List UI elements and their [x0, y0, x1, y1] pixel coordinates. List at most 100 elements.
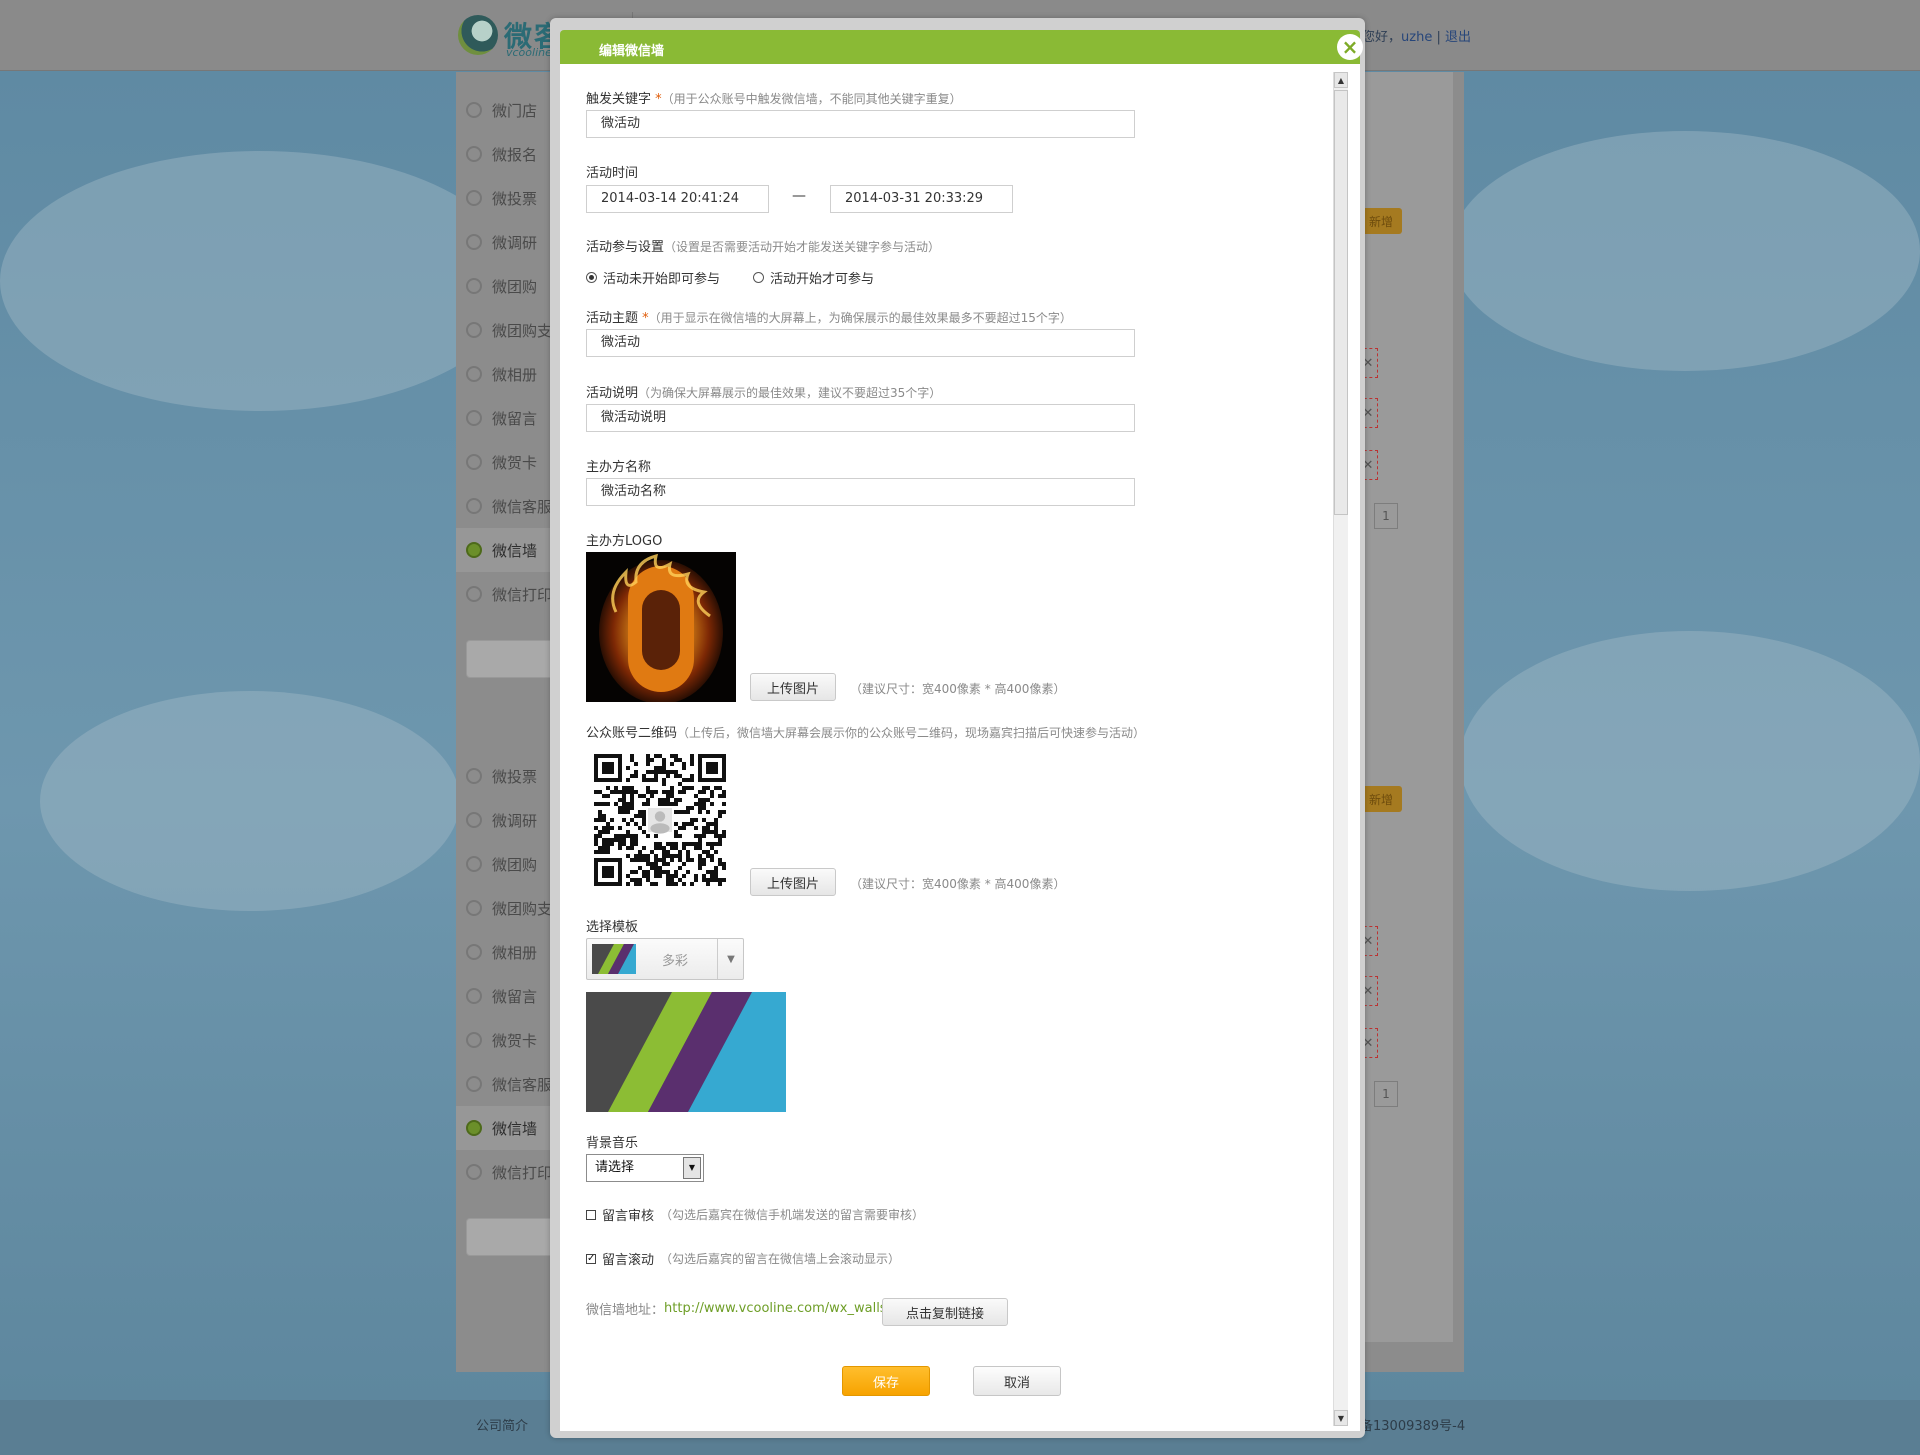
sidebar-item-label: 微留言	[492, 409, 538, 428]
radio-icon	[466, 988, 482, 1004]
music-select[interactable]: 请选择 ▼	[586, 1154, 704, 1182]
organizer-label: 主办方名称	[586, 460, 652, 475]
wall-url-row: 微信墙地址： http://www.vcooline.com/wx_walls/…	[586, 1299, 899, 1318]
scroll-up-icon[interactable]: ▲	[1334, 72, 1348, 88]
sidebar-item[interactable]: 微团购	[456, 842, 556, 886]
radio-icon	[466, 1032, 482, 1048]
footer-about-link[interactable]: 公司简介	[476, 1415, 528, 1434]
sidebar-item-label: 微投票	[492, 767, 538, 786]
logout-link[interactable]: 退出	[1445, 30, 1471, 45]
qrcode-icon	[594, 754, 726, 886]
help-button[interactable]	[466, 1218, 558, 1256]
sidebar-item[interactable]: 微报名	[456, 132, 556, 176]
greeting: 您好，	[1362, 30, 1402, 45]
qrcode-upload-button[interactable]: 上传图片	[750, 868, 836, 896]
sidebar-item[interactable]: 微信墙	[456, 528, 556, 572]
sidebar-item-label: 微信打印	[492, 585, 553, 604]
pagination-page[interactable]: 1	[1374, 503, 1398, 529]
sidebar-item[interactable]: 微调研	[456, 220, 556, 264]
sidebar-item[interactable]: 微相册	[456, 352, 556, 396]
sidebar-item[interactable]: 微门店	[456, 88, 556, 132]
logo-upload-button[interactable]: 上传图片	[750, 673, 836, 701]
add-button[interactable]: 新增	[1360, 208, 1402, 234]
sidebar-item-label: 微留言	[492, 987, 538, 1006]
music-label: 背景音乐	[586, 1136, 639, 1151]
radio-icon	[466, 542, 482, 558]
moderation-checkbox[interactable]: 留言审核 （勾选后嘉宾在微信手机端发送的留言需要审核）	[586, 1205, 924, 1224]
radio-icon	[466, 102, 482, 118]
sidebar-item[interactable]: 微团购支	[456, 886, 556, 930]
add-button[interactable]: 新增	[1360, 786, 1402, 812]
sidebar-item[interactable]: 微信打印	[456, 1150, 556, 1194]
username-link[interactable]: uzhe	[1401, 30, 1432, 45]
sidebar-item[interactable]: 微留言	[456, 974, 556, 1018]
copy-link-button[interactable]: 点击复制链接	[882, 1298, 1008, 1326]
sidebar-group-2: 微投票微调研微团购微团购支 微相册微留言微贺卡微信客服微信墙 微信打印	[456, 754, 556, 1194]
sidebar-item[interactable]: 微团购支	[456, 308, 556, 352]
checkbox-checked-box: ✓	[586, 1252, 596, 1264]
sidebar-item[interactable]: 微信墙	[456, 1106, 556, 1150]
radio-before-start[interactable]: 活动未开始即可参与	[586, 268, 720, 287]
radio-after-start[interactable]: 活动开始才可参与	[753, 268, 874, 287]
end-time-input[interactable]: 2014-03-31 20:33:29	[830, 185, 1013, 213]
scrollbar[interactable]: ▲ ▼	[1333, 72, 1348, 1426]
scroll-thumb[interactable]	[1334, 90, 1348, 515]
cloud-decoration	[1450, 131, 1920, 371]
sidebar-item[interactable]: 微信客服	[456, 484, 556, 528]
edit-wall-modal: 编辑微信墙 × ▲ ▼ 触发关键字 *（用于公众账号中触发微信墙，不能同其他关键…	[550, 18, 1365, 1438]
start-time-input[interactable]: 2014-03-14 20:41:24	[586, 185, 769, 213]
scrolling-checkbox[interactable]: ✓ 留言滚动 （勾选后嘉宾的留言在微信墙上会滚动显示）	[586, 1249, 900, 1268]
template-label: 选择模板	[586, 920, 639, 935]
sidebar-item-label: 微贺卡	[492, 453, 538, 472]
close-icon[interactable]: ×	[1337, 34, 1363, 60]
radio-icon	[466, 234, 482, 250]
wall-url-link[interactable]: http://www.vcooline.com/wx_walls/1	[664, 1301, 899, 1316]
sidebar-item[interactable]: 微信打印	[456, 572, 556, 616]
sidebar-group-1: 微门店微报名 微投票微调研微团购微团购支 微相册微留言微贺卡微信客服 微信墙微信打印	[456, 88, 556, 616]
radio-icon	[466, 410, 482, 426]
sidebar-item[interactable]: 微投票	[456, 754, 556, 798]
sidebar-item-label: 微信客服	[492, 1075, 553, 1094]
music-value: 请选择	[595, 1160, 635, 1175]
sidebar-item[interactable]: 微投票	[456, 176, 556, 220]
sidebar-item-label: 微贺卡	[492, 1031, 538, 1050]
sidebar-item[interactable]: 微留言	[456, 396, 556, 440]
cancel-button[interactable]: 取消	[973, 1366, 1061, 1396]
radio-dot	[586, 272, 597, 283]
keyword-input[interactable]: 微活动	[586, 110, 1135, 138]
sidebar-item-label: 微团购	[492, 277, 538, 296]
scroll-down-icon[interactable]: ▼	[1334, 1410, 1348, 1426]
radio-icon	[466, 190, 482, 206]
radio-icon	[466, 856, 482, 872]
qrcode-size-hint: （建议尺寸：宽400像素 * 高400像素）	[850, 877, 1066, 891]
checkbox-box	[586, 1209, 596, 1220]
template-select[interactable]: 多彩 ▼	[586, 938, 744, 980]
help-button[interactable]	[466, 640, 558, 678]
footer-icp: 备13009389号-4	[1360, 1419, 1466, 1434]
radio-icon	[466, 498, 482, 514]
description-input[interactable]: 微活动说明	[586, 404, 1135, 432]
radio-dot	[753, 272, 764, 283]
participation-label: 活动参与设置（设置是否需要活动开始才能发送关键字参与活动）	[586, 240, 941, 255]
sidebar-item-label: 微团购	[492, 855, 538, 874]
cloud-decoration	[0, 151, 520, 411]
sidebar-item-label: 微门店	[492, 101, 538, 120]
sidebar-item[interactable]: 微调研	[456, 798, 556, 842]
radio-icon	[466, 768, 482, 784]
theme-input[interactable]: 微活动	[586, 329, 1135, 357]
template-swatch	[592, 944, 636, 974]
sidebar-item-label: 微调研	[492, 233, 538, 252]
sidebar-item[interactable]: 微信客服	[456, 1062, 556, 1106]
sidebar-item[interactable]: 微贺卡	[456, 1018, 556, 1062]
template-preview	[586, 992, 786, 1112]
pagination-page[interactable]: 1	[1374, 1081, 1398, 1107]
radio-icon	[466, 278, 482, 294]
sidebar-item[interactable]: 微贺卡	[456, 440, 556, 484]
sidebar-item[interactable]: 微团购	[456, 264, 556, 308]
sidebar-item[interactable]: 微相册	[456, 930, 556, 974]
radio-icon	[466, 944, 482, 960]
organizer-input[interactable]: 微活动名称	[586, 478, 1135, 506]
template-name: 多彩	[662, 954, 689, 969]
save-button[interactable]: 保存	[842, 1366, 930, 1396]
qrcode-label: 公众账号二维码（上传后，微信墙大屏幕会展示你的公众账号二维码，现场嘉宾扫描后可快…	[586, 726, 1146, 741]
